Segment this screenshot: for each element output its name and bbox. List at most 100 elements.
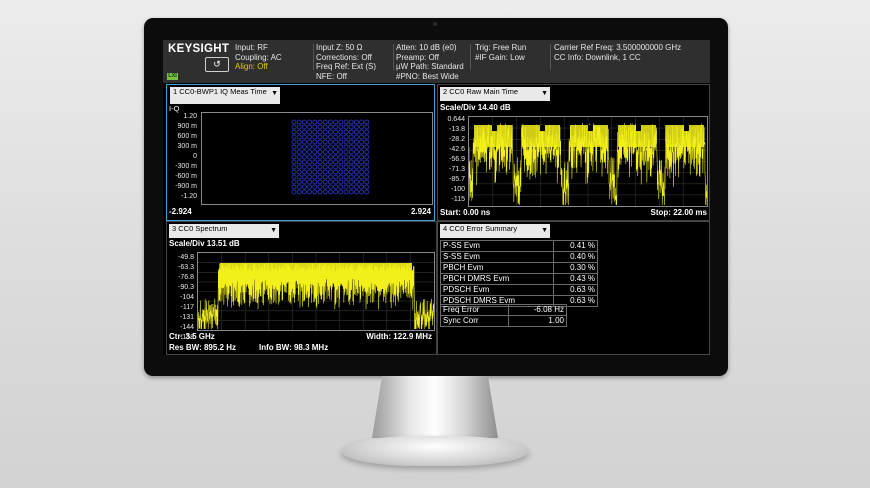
constellation-point	[353, 139, 359, 145]
start-label: Start: 0.00 ns	[440, 208, 491, 217]
constellation-point	[322, 179, 328, 185]
pane4-title-dropdown[interactable]: 4 CC0 Error Summary ▼	[440, 224, 550, 238]
constellation-point	[348, 144, 354, 150]
constellation-point	[343, 189, 349, 195]
input-z-label: Input Z: 50 Ω	[316, 43, 363, 52]
error-summary-pane[interactable]: 4 CC0 Error Summary ▼ P-SS Evm 0.41 % S-…	[437, 221, 710, 355]
pane3-title: 3 CC0 Spectrum	[172, 224, 228, 233]
pane3-title-dropdown[interactable]: 3 CC0 Spectrum ▼	[169, 224, 279, 238]
constellation-point	[343, 134, 349, 140]
trigger-settings[interactable]: Trig: Free Run #IF Gain: Low	[475, 43, 526, 62]
constellation-point	[302, 119, 307, 125]
width-label: Width: 122.9 MHz	[366, 332, 432, 341]
constellation-point	[338, 154, 344, 160]
metric-name: Sync Corr	[439, 315, 510, 327]
carrier-freq-label: Carrier Ref Freq: 3.500000000 GHz	[554, 43, 682, 52]
y-tick: -131	[179, 314, 194, 321]
input-label: Input: RF	[235, 43, 268, 52]
y-tick: -1.20	[181, 193, 197, 200]
y-tick: -13.8	[449, 126, 465, 133]
chevron-down-icon: ▼	[270, 227, 277, 234]
x-right-label: 2.924	[410, 207, 431, 216]
constellation-point	[353, 164, 359, 170]
metric-name: PDSCH Evm	[439, 284, 555, 296]
header-divider	[550, 44, 551, 70]
spectrum-plot-area[interactable]	[197, 252, 435, 331]
ctr-label: Ctr: 3.5 GHz	[169, 332, 215, 341]
header-divider	[393, 44, 394, 70]
constellation-point	[338, 149, 344, 155]
raw-main-time-pane[interactable]: 2 CC0 Raw Main Time ▼ Scale/Div 14.40 dB…	[437, 84, 710, 221]
constellation-point	[343, 119, 349, 125]
constellation-point	[296, 139, 302, 145]
constellation-point	[364, 134, 370, 140]
constellation-point	[327, 184, 333, 190]
constellation-point	[327, 164, 333, 170]
y-tick: -76.8	[178, 274, 194, 281]
constellation-point	[312, 139, 318, 145]
y-tick: 300 m	[177, 143, 197, 150]
constellation-point	[317, 119, 323, 125]
burst-notch	[636, 125, 641, 131]
constellation-point	[327, 124, 333, 130]
constellation-point	[348, 164, 354, 170]
constellation-point	[302, 144, 307, 150]
constellation-point	[338, 174, 344, 180]
carrier-settings[interactable]: Carrier Ref Freq: 3.500000000 GHz CC Inf…	[554, 43, 681, 62]
constellation-point	[353, 119, 359, 125]
constellation-point	[348, 134, 354, 140]
align-label: Align: Off	[235, 62, 268, 71]
constellation-point	[317, 144, 323, 150]
spectrum-pane[interactable]: 3 CC0 Spectrum ▼ Scale/Div 13.51 dB -49.…	[166, 221, 437, 355]
constellation-point	[343, 139, 349, 145]
constellation-point	[364, 189, 370, 195]
burst-notch	[492, 125, 497, 131]
constellation-point	[333, 189, 339, 195]
y-tick: -42.6	[449, 146, 465, 153]
signal-band	[220, 263, 412, 277]
constellation-point	[333, 184, 339, 190]
chevron-down-icon: ▼	[541, 90, 548, 97]
corrections-settings[interactable]: Input Z: 50 Ω Corrections: Off Freq Ref:…	[316, 43, 376, 81]
iq-constellation-pane[interactable]: 1 CC0-BWP1 IQ Meas Time ▼ I-Q 1.20 900 m…	[166, 84, 435, 221]
constellation-point	[333, 159, 339, 165]
time-plot-area[interactable]	[468, 116, 708, 207]
constellation-point	[302, 159, 307, 165]
constellation-point	[312, 179, 318, 185]
constellation-point	[353, 154, 359, 160]
table-row: PDSCH Evm 0.63 %	[439, 284, 598, 296]
constellation-point	[291, 189, 297, 195]
pane1-title-dropdown[interactable]: 1 CC0-BWP1 IQ Meas Time ▼	[170, 87, 280, 104]
coupling-label: Coupling: AC	[235, 52, 282, 62]
y-tick: -28.2	[449, 136, 465, 143]
constellation-point	[307, 179, 312, 185]
freq-sync-table: Freq Error -6.08 Hz Sync Corr 1.00	[439, 304, 567, 327]
y-tick: -900 m	[175, 183, 197, 190]
iq-plot-area[interactable]	[201, 112, 433, 205]
if-gain-label: #IF Gain: Low	[475, 52, 525, 62]
constellation-point	[348, 159, 354, 165]
constellation-point	[333, 129, 339, 135]
y-tick: 600 m	[177, 133, 197, 140]
constellation-point	[327, 159, 333, 165]
constellation-point	[348, 139, 354, 145]
metric-value: 0.40 %	[553, 251, 598, 263]
constellation-point	[317, 129, 323, 135]
pane2-title-dropdown[interactable]: 2 CC0 Raw Main Time ▼	[440, 87, 550, 101]
constellation-point	[322, 119, 328, 125]
constellation-point	[317, 149, 323, 155]
constellation-point	[364, 119, 370, 125]
return-arrow-icon[interactable]: ↺	[205, 57, 229, 72]
constellation-point	[296, 144, 302, 150]
camera-icon	[433, 22, 437, 26]
y-tick: 1.20	[183, 113, 197, 120]
constellation-point	[312, 124, 318, 130]
status-header: KEYSIGHT ↺ LXI Input: RF Coupling: AC Al…	[163, 40, 710, 83]
y-tick: -117	[180, 304, 195, 311]
constellation-point	[307, 144, 312, 150]
constellation-point	[312, 159, 318, 165]
input-settings[interactable]: Input: RF Coupling: AC Align: Off	[235, 43, 282, 72]
attenuation-settings[interactable]: Atten: 10 dB (e0) Preamp: Off µW Path: S…	[396, 43, 464, 81]
constellation-point	[333, 169, 339, 175]
constellation-point	[338, 189, 344, 195]
